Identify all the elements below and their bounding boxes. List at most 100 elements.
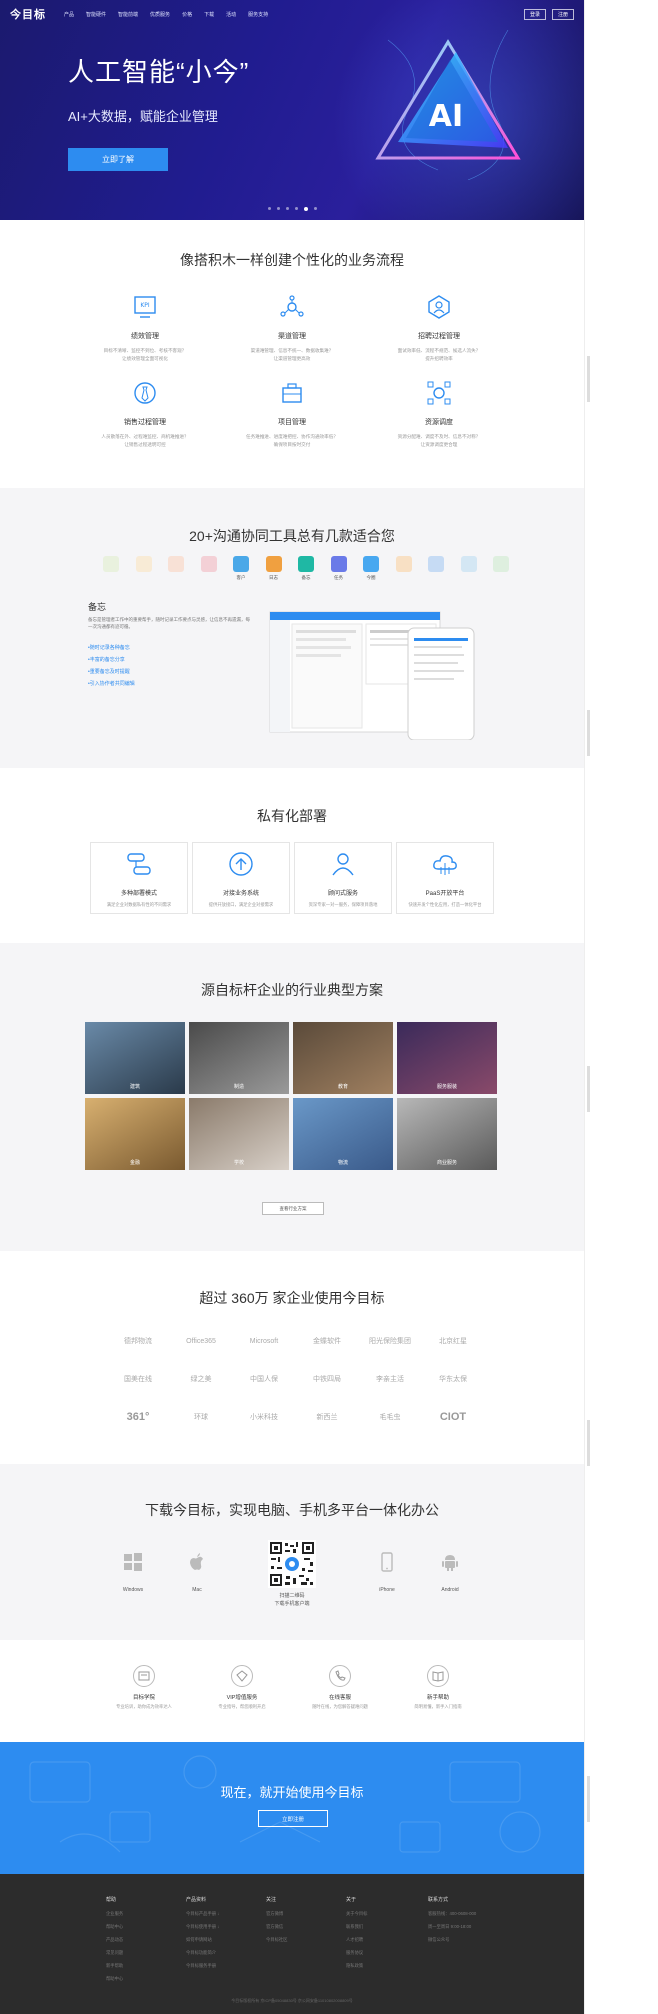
carousel-dot-active[interactable]	[304, 206, 308, 211]
private-card-integrate[interactable]: 对接业务系统 提供开放接口，满足企业对接需求	[192, 842, 290, 914]
footer-link[interactable]: 客服热线：400-0608-000	[428, 1911, 476, 1917]
support-academy[interactable]: 目标学院 专业培训，助你成为效率达人	[94, 1665, 194, 1710]
download-iphone[interactable]: iPhone	[362, 1552, 412, 1593]
footer-link[interactable]: 隐私政策	[346, 1963, 367, 1969]
support-vip[interactable]: VIP增值服务 专业指导，帮您顺利开启	[192, 1665, 292, 1710]
industry-tile[interactable]: 服务服装	[397, 1022, 497, 1094]
footer-link[interactable]: 人才招聘	[346, 1937, 367, 1943]
footer-link[interactable]: 今目标功能简介	[186, 1950, 219, 1956]
footer-link[interactable]: 官方微博	[266, 1911, 287, 1917]
support-desc: 随时在线，为您解答疑难问题	[312, 1704, 368, 1709]
client-logo: 阳光保险集团	[369, 1338, 411, 1345]
logo[interactable]: 今目标	[10, 6, 46, 22]
footer-link[interactable]: 联系我们	[346, 1924, 367, 1930]
carousel-dot[interactable]	[277, 207, 280, 210]
tool-item[interactable]: 任务	[328, 556, 350, 581]
industry-tile[interactable]: 学校	[189, 1098, 289, 1170]
footer-link[interactable]: 周一至周日 9:00-18:00	[428, 1924, 476, 1930]
support-help[interactable]: 新手帮助 简明易懂，新手入门指南	[388, 1665, 488, 1710]
industry-tile[interactable]: 商业服务	[397, 1098, 497, 1170]
register-button[interactable]: 注册	[551, 8, 574, 20]
tool-item[interactable]	[133, 556, 155, 575]
login-button[interactable]: 登录	[523, 8, 546, 20]
industry-tile[interactable]: 建筑	[85, 1022, 185, 1094]
industry-label: 商业服务	[436, 1160, 457, 1166]
download-mac[interactable]: Mac	[172, 1552, 222, 1593]
feature-recruit[interactable]: 招聘过程管理 面试效率低、流程不规范、候选人流失？ 提升招聘效率	[364, 294, 514, 363]
feature-project[interactable]: 项目管理 任务难推进、进度难把控、协作沟通效率低？ 确保项目按时交付	[217, 380, 367, 449]
scrollbar-thumb[interactable]	[587, 1420, 590, 1466]
footer-link[interactable]: 常见问题	[106, 1950, 123, 1956]
feature-channel[interactable]: 渠道管理 渠道难管理、信息不统一、数据收集难？ 让渠道管理更高效	[217, 294, 367, 363]
footer-link[interactable]: 帮助中心	[106, 1976, 123, 1982]
tool-item[interactable]: 今圈	[360, 556, 382, 581]
tool-item[interactable]	[100, 556, 122, 575]
private-card-paas[interactable]: PaaS开放平台 快速开发个性化应用，打造一体化平台	[396, 842, 494, 914]
nav-item-support[interactable]: 服务支持	[248, 11, 268, 18]
tool-item[interactable]	[490, 556, 512, 575]
carousel-dot[interactable]	[295, 207, 298, 210]
download-windows[interactable]: Windows	[108, 1552, 158, 1593]
footer-link[interactable]: 官方微信	[266, 1924, 287, 1930]
footer-link[interactable]: 服务协议	[346, 1950, 367, 1956]
nav-item-download[interactable]: 下载	[204, 11, 214, 18]
footer-link[interactable]: 新手帮助	[106, 1963, 123, 1969]
download-android[interactable]: Android	[425, 1552, 475, 1593]
nav-item-hardware[interactable]: 智能硬件	[86, 11, 106, 18]
network-icon	[280, 295, 304, 317]
tool-item[interactable]	[198, 556, 220, 575]
industry-tile[interactable]: 金融	[85, 1098, 185, 1170]
footer-link[interactable]: 今目标服务手册	[186, 1963, 219, 1969]
nav-item-product[interactable]: 产品	[64, 11, 74, 18]
tool-icon	[330, 556, 347, 572]
memo-link[interactable]: •重要备忘及时提醒	[88, 668, 130, 675]
memo-link[interactable]: •随时记录各种备忘	[88, 644, 130, 651]
footer-link[interactable]: 产品动态	[106, 1937, 123, 1943]
card-desc: 提供开放接口，满足企业对接需求	[208, 902, 274, 907]
feature-performance[interactable]: KPI 绩效管理 目标不清晰、监控不到位、考核不客观？ 让绩效管理全面可视化	[70, 294, 220, 363]
nav-item-service[interactable]: 优质服务	[150, 11, 170, 18]
hero-cta-button[interactable]: 立即了解	[68, 148, 168, 171]
tool-item[interactable]: 日志	[263, 556, 285, 581]
feature-resource[interactable]: 资源调度 资源分配难、调度不及时、信息不对称？ 让资源调度更合理	[364, 380, 514, 449]
memo-link[interactable]: •丰富的备忘分享	[88, 656, 125, 663]
nav-item-frontend[interactable]: 智能前端	[118, 11, 138, 18]
feature-sales[interactable]: 销售过程管理 人员散落在外、过程难监控、商机难推进？ 让销售过程透明可控	[70, 380, 220, 449]
memo-desc: 备忘是管理者工作中的重要帮手，随时记录工作要点与灵感，让信息不再遗漏，每一次沟通…	[88, 617, 250, 629]
tool-item[interactable]: 客户	[230, 556, 252, 581]
private-card-deploy[interactable]: 多种部署模式 满足企业对数据私有性的不同需求	[90, 842, 188, 914]
footer-link[interactable]: 企业服务	[106, 1911, 123, 1917]
footer-link[interactable]: 如何申请网站	[186, 1937, 219, 1943]
carousel-dot[interactable]	[314, 207, 317, 210]
cta-register-button[interactable]: 立即注册	[258, 1810, 328, 1827]
footer-link[interactable]: 今目标使用手册 ↓	[186, 1924, 219, 1930]
tool-item[interactable]	[458, 556, 480, 575]
scrollbar-thumb[interactable]	[587, 1066, 590, 1112]
nav-item-events[interactable]: 活动	[226, 11, 236, 18]
footer-link[interactable]: 今目标产品手册 ↓	[186, 1911, 219, 1917]
tool-item[interactable]: 备忘	[295, 556, 317, 581]
carousel-dot[interactable]	[286, 207, 289, 210]
support-online[interactable]: 在线客服 随时在线，为您解答疑难问题	[290, 1665, 390, 1710]
footer-link[interactable]: 微信公众号	[428, 1937, 476, 1943]
more-industry-button[interactable]: 查看行业方案	[262, 1202, 324, 1215]
memo-link[interactable]: •引入协作者共同编辑	[88, 680, 135, 687]
footer-link[interactable]: 帮助中心	[106, 1924, 123, 1930]
footer-link[interactable]: 今目标社区	[266, 1937, 287, 1943]
tool-item[interactable]	[393, 556, 415, 575]
nav-item-price[interactable]: 价格	[182, 11, 192, 18]
scrollbar[interactable]	[584, 0, 658, 2014]
carousel-dot[interactable]	[268, 207, 271, 210]
scrollbar-thumb[interactable]	[587, 1776, 590, 1822]
industry-tile[interactable]: 教育	[293, 1022, 393, 1094]
app-screenshot-image	[269, 611, 475, 740]
feature-name: 销售过程管理	[124, 419, 166, 426]
industry-tile[interactable]: 物流	[293, 1098, 393, 1170]
tool-item[interactable]	[425, 556, 447, 575]
industry-tile[interactable]: 制造	[189, 1022, 289, 1094]
scrollbar-thumb[interactable]	[587, 710, 590, 756]
tool-item[interactable]	[165, 556, 187, 575]
scrollbar-thumb[interactable]	[587, 356, 590, 402]
private-card-consult[interactable]: 顾问式服务 资深专家一对一服务，保障项目落地	[294, 842, 392, 914]
footer-link[interactable]: 关于今目标	[346, 1911, 367, 1917]
